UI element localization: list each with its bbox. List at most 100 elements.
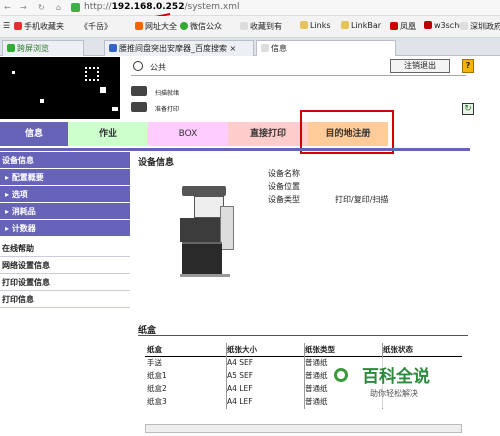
back-arrow-icon[interactable]: ← [4,3,11,12]
device-location-label: 设备位置 [268,182,300,191]
col-divider [226,343,227,409]
bookmark-menu-icon[interactable]: ☰ [3,21,10,30]
folder-icon [300,21,308,29]
bookmark-2[interactable]: 网址大全 [135,21,177,32]
bookmark-9[interactable]: 深圳政府 [460,21,500,32]
cell-tray: 纸盒2 [147,384,167,393]
sidebar-link-print-info[interactable]: 打印信息 [0,291,130,308]
bookmark-7[interactable]: 凤凰 [390,21,416,32]
baidu-paw-icon [109,44,117,52]
sidebar-section-device-info[interactable]: 设备信息 [0,152,130,169]
bookmark-label: LinkBar [351,21,382,30]
logo-dot [112,107,118,111]
tab-1[interactable]: 腰推间盘突出安摩器_百度搜索 × [104,40,254,56]
tab-job[interactable]: 作业 [68,122,148,146]
header-divider [131,75,466,76]
sidebar-item-options[interactable]: ▸ 选项 [0,186,130,203]
cell-size: A4 LEF [227,384,253,393]
bookmark-5[interactable]: Links [300,21,331,30]
bookmark-1[interactable]: 《千岳》 [80,21,112,32]
tab-2[interactable]: 信息 [256,40,396,56]
bookmark-label: 收藏到有 [250,22,282,31]
tab-0[interactable]: 跨屏浏览 [2,40,84,56]
logo-dot [100,87,106,93]
forward-arrow-icon[interactable]: → [20,3,27,12]
bookmarks-bar: ☰ 手机收藏夹 《千岳》 网址大全 微信公众 收藏到有 Links LinkBa… [0,16,500,38]
close-icon[interactable]: × [230,44,237,53]
bookmark-label: 微信公众 [190,22,222,31]
help-button[interactable]: ? [462,59,474,73]
watermark-subtitle: 助你轻松解决 [370,389,418,398]
bookmark-label: Links [310,21,331,30]
sidebar-link-online-help[interactable]: 在线帮助 [0,240,130,257]
bookmark-0[interactable]: 手机收藏夹 [14,21,64,32]
bookmark-label: 网址大全 [145,22,177,31]
device-info-title: 设备信息 [138,158,175,168]
triangle-icon: ▸ [5,173,10,182]
logo-mark [85,67,99,81]
sidebar-link-label: 网络设置信息 [2,261,50,270]
sidebar-link-network[interactable]: 网络设置信息 [0,257,130,274]
logo-dot [40,99,44,103]
address-bar[interactable]: ← → ↻ ⌂ http://192.168.0.252/system.xml [0,0,500,16]
refresh-page-icon[interactable]: ↻ [462,103,474,115]
tray-divider [138,335,468,336]
col-status: 纸张状态 [381,343,462,357]
bookmark-label: 深圳政府 [470,22,500,31]
triangle-icon: ▸ [5,224,10,233]
tab-info-label: 信息 [24,129,43,139]
triangle-icon: ▸ [5,207,10,216]
bookmark-8[interactable]: w3scho [424,21,464,30]
page-icon [240,22,248,30]
tab-label: 跨屏浏览 [17,44,49,53]
user-icon [133,61,143,71]
sidebar-item-counter[interactable]: ▸ 计数器 [0,220,130,237]
logout-label: 注销退出 [404,61,436,70]
cell-size: A4 LEF [227,397,253,406]
secure-shield-icon [71,3,80,12]
phoenix-icon [390,22,398,30]
page-icon [460,22,468,30]
sidebar-section-label: 设备信息 [2,156,34,165]
tab-box-label: BOX [178,129,198,139]
printer-icon [131,102,147,112]
device-type-label: 设备类型 [268,195,300,204]
sidebar-item-label: 选项 [11,190,28,199]
sidebar-link-print-settings[interactable]: 打印设置信息 [0,274,130,291]
cell-size: A5 SEF [227,371,254,380]
bookmark-label: 《千岳》 [80,22,112,31]
bookmark-3[interactable]: 微信公众 [180,21,222,32]
logo-dot [12,71,15,74]
tab-label: 腰推间盘突出安摩器_百度搜索 [119,44,227,53]
horizontal-scrollbar[interactable] [145,424,462,433]
bookmark-6[interactable]: LinkBar [341,21,381,30]
sidebar-item-label: 配置概要 [11,173,44,182]
scanner-status: 扫描就绪 [155,90,180,97]
nav-underline [0,148,470,151]
sidebar-item-consumables[interactable]: ▸ 消耗品 [0,203,130,220]
tab-info[interactable]: 信息 [0,122,68,146]
phone-icon [14,22,22,30]
globe-icon [135,22,143,30]
sidebar-link-label: 打印设置信息 [2,278,50,287]
w3-icon [424,21,432,29]
tab-box[interactable]: BOX [148,122,228,146]
copier-image [180,186,236,278]
sidebar-item-label: 计数器 [11,224,36,233]
bookmark-4[interactable]: 收藏到有 [240,21,282,32]
tab-direct-print-label: 直接打印 [249,129,286,139]
tab-direct-print[interactable]: 直接打印 [228,122,308,146]
refresh-icon[interactable]: ↻ [38,3,45,12]
home-icon[interactable]: ⌂ [56,3,61,12]
device-name-label: 设备名称 [268,169,300,178]
printer-logo [0,57,120,119]
cell-tray: 手送 [147,358,162,368]
logout-button[interactable]: 注销退出 [390,59,450,73]
sidebar-item-config[interactable]: ▸ 配置概要 [0,169,130,186]
col-tray: 纸盒 [145,343,225,357]
col-divider [304,343,305,409]
triangle-icon: ▸ [5,190,10,199]
col-type: 纸张类型 [303,343,381,357]
watermark: 百科全说 助你轻松解决 [330,358,462,408]
cell-tray: 纸盒1 [147,371,167,380]
